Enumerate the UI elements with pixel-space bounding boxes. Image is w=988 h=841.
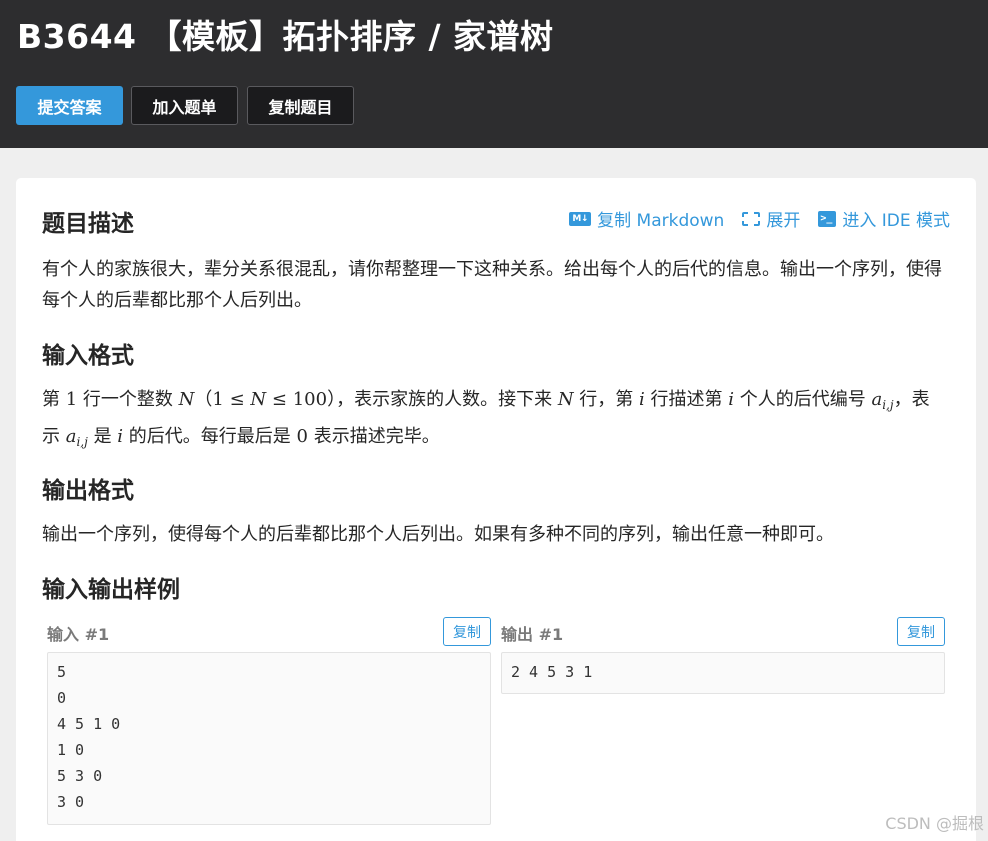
input-sample-box: 5 0 4 5 1 0 1 0 5 3 0 3 0: [47, 652, 491, 825]
terminal-icon: >_: [818, 210, 837, 227]
code-line: 5: [57, 663, 67, 681]
code-line: 0: [57, 689, 67, 707]
output-sample-lines: 2 4 5 3 1: [511, 663, 935, 689]
output-format-text: 输出一个序列，使得每个人的后辈都比那个人后列出。如果有多种不同的序列，输出任意一…: [42, 524, 834, 545]
expand-label: 展开: [766, 211, 801, 231]
samples-heading: 输入输出样例: [42, 577, 180, 603]
code-line: 4 5 1 0: [57, 715, 121, 733]
markdown-icon: M↓: [569, 211, 592, 226]
watermark: CSDN @掘根: [885, 814, 984, 833]
problem-header: B3644 【模板】拓扑排序 / 家谱树 提交答案 加入题单 复制题目: [0, 0, 988, 148]
expand-link[interactable]: 展开: [741, 206, 801, 231]
page-title: B3644 【模板】拓扑排序 / 家谱树: [17, 17, 554, 56]
code-line: 2 4 5 3 1: [511, 663, 593, 681]
add-to-list-button[interactable]: 加入题单: [131, 86, 238, 125]
copy-problem-button[interactable]: 复制题目: [247, 86, 354, 125]
copy-input-button[interactable]: 复制: [443, 617, 491, 646]
code-line: 5 3 0: [57, 767, 103, 785]
input-format-heading: 输入格式: [42, 343, 134, 369]
ide-mode-link[interactable]: >_ 进入 IDE 模式: [818, 206, 950, 231]
description-text: 有个人的家族很大，辈分关系很混乱，请你帮整理一下这种关系。给出每个人的后代的信息…: [42, 259, 942, 311]
description-heading: 题目描述: [42, 211, 134, 237]
copy-output-button[interactable]: 复制: [897, 617, 945, 646]
ide-mode-label: 进入 IDE 模式: [842, 211, 950, 231]
code-line: 3 0: [57, 793, 85, 811]
copy-markdown-label: 复制 Markdown: [597, 211, 725, 231]
copy-markdown-link[interactable]: M↓ 复制 Markdown: [569, 206, 724, 231]
submit-answer-button[interactable]: 提交答案: [16, 86, 123, 125]
output-sample-label: 输出 #1: [501, 625, 564, 644]
output-format-heading: 输出格式: [42, 478, 134, 504]
input-format-text: 第 1 行一个整数 N（1 ≤ N ≤ 100），表示家族的人数。接下来 N 行…: [42, 389, 930, 449]
input-sample-label: 输入 #1: [47, 625, 110, 644]
input-sample-lines: 5 0 4 5 1 0 1 0 5 3 0 3 0: [57, 663, 481, 819]
output-sample-box: 2 4 5 3 1: [501, 652, 945, 694]
expand-icon: [741, 210, 762, 227]
problem-card: 题目描述 M↓ 复制 Markdown 展开 >_ 进入 IDE 模式 有个人的…: [16, 178, 976, 841]
problem-actions: M↓ 复制 Markdown 展开 >_ 进入 IDE 模式: [569, 206, 950, 231]
code-line: 1 0: [57, 741, 85, 759]
